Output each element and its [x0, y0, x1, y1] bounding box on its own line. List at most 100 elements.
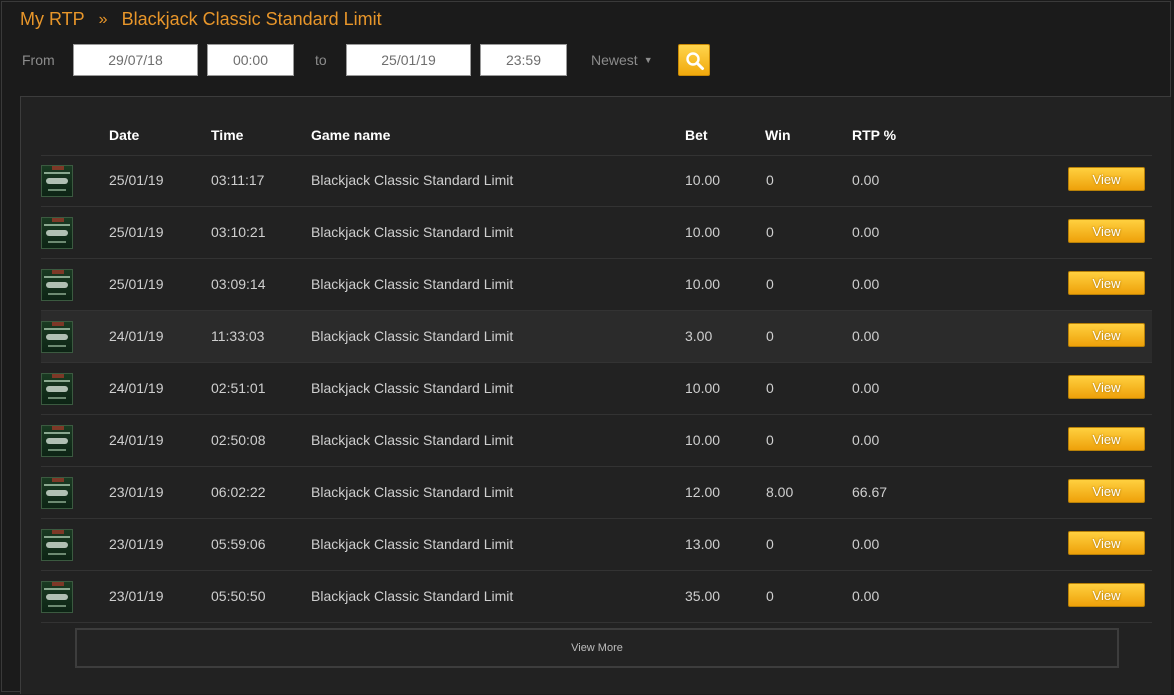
- cell-win: 0: [766, 276, 774, 292]
- view-button[interactable]: View: [1068, 583, 1145, 607]
- game-thumbnail-icon: [41, 165, 73, 197]
- breadcrumb: My RTP » Blackjack Classic Standard Limi…: [20, 9, 382, 30]
- cell-time: 03:10:21: [211, 224, 266, 240]
- cell-date: 25/01/19: [109, 276, 164, 292]
- table-row: 24/01/19 11:33:03 Blackjack Classic Standa…: [41, 311, 1152, 363]
- cell-time: 05:50:50: [211, 588, 266, 604]
- cell-win: 0: [766, 588, 774, 604]
- cell-win: 0: [766, 224, 774, 240]
- to-label: to: [315, 52, 327, 68]
- cell-date: 23/01/19: [109, 484, 164, 500]
- cell-time: 03:09:14: [211, 276, 266, 292]
- view-button[interactable]: View: [1068, 479, 1145, 503]
- cell-bet: 10.00: [685, 224, 721, 240]
- search-button[interactable]: [678, 44, 710, 76]
- cell-rtp: 0.00: [852, 224, 880, 240]
- cell-win: 0: [766, 328, 774, 344]
- cell-date: 25/01/19: [109, 224, 164, 240]
- view-button[interactable]: View: [1068, 219, 1145, 243]
- to-time-input[interactable]: [480, 44, 567, 76]
- cell-time: 02:50:08: [211, 432, 266, 448]
- cell-time: 06:02:22: [211, 484, 266, 500]
- game-thumbnail-icon: [41, 581, 73, 613]
- breadcrumb-link-my-rtp[interactable]: My RTP: [20, 9, 85, 30]
- sort-order-value: Newest: [591, 52, 638, 68]
- to-date-input[interactable]: [346, 44, 471, 76]
- cell-bet: 12.00: [685, 484, 721, 500]
- header-date: Date: [109, 127, 140, 143]
- cell-date: 25/01/19: [109, 172, 164, 188]
- header-win: Win: [765, 127, 791, 143]
- table-row: 23/01/19 06:02:22 Blackjack Classic Standa…: [41, 467, 1152, 519]
- cell-date: 24/01/19: [109, 328, 164, 344]
- results-panel: Date Time Game name Bet Win RTP % 25/01/…: [20, 96, 1171, 694]
- cell-date: 24/01/19: [109, 380, 164, 396]
- cell-date: 23/01/19: [109, 588, 164, 604]
- cell-game-name: Blackjack Classic Standard Limit: [311, 224, 514, 240]
- search-icon: [686, 52, 704, 70]
- cell-game-name: Blackjack Classic Standard Limit: [311, 588, 514, 604]
- breadcrumb-current: Blackjack Classic Standard Limit: [121, 9, 382, 29]
- from-date-input[interactable]: [73, 44, 198, 76]
- cell-time: 03:11:17: [211, 172, 265, 188]
- view-button[interactable]: View: [1068, 271, 1145, 295]
- cell-time: 02:51:01: [211, 380, 266, 396]
- game-thumbnail-icon: [41, 425, 73, 457]
- cell-time: 05:59:06: [211, 536, 266, 552]
- cell-bet: 3.00: [685, 328, 713, 344]
- cell-rtp: 0.00: [852, 276, 880, 292]
- header-rtp: RTP %: [852, 127, 897, 143]
- cell-bet: 13.00: [685, 536, 721, 552]
- table-row: 25/01/19 03:10:21 Blackjack Classic Standa…: [41, 207, 1152, 259]
- cell-game-name: Blackjack Classic Standard Limit: [311, 276, 514, 292]
- cell-game-name: Blackjack Classic Standard Limit: [311, 484, 514, 500]
- cell-bet: 10.00: [685, 432, 721, 448]
- game-thumbnail-icon: [41, 373, 73, 405]
- view-button[interactable]: View: [1068, 375, 1145, 399]
- table-row: 25/01/19 03:09:14 Blackjack Classic Standa…: [41, 259, 1152, 311]
- view-button[interactable]: View: [1068, 531, 1145, 555]
- table-row: 24/01/19 02:51:01 Blackjack Classic Standa…: [41, 363, 1152, 415]
- cell-win: 0: [766, 172, 774, 188]
- game-thumbnail-icon: [41, 321, 73, 353]
- cell-rtp: 0.00: [852, 328, 880, 344]
- table-row: 24/01/19 02:50:08 Blackjack Classic Standa…: [41, 415, 1152, 467]
- cell-date: 23/01/19: [109, 536, 164, 552]
- header-time: Time: [211, 127, 244, 143]
- game-thumbnail-icon: [41, 529, 73, 561]
- table-row: 23/01/19 05:59:06 Blackjack Classic Standa…: [41, 519, 1152, 571]
- cell-game-name: Blackjack Classic Standard Limit: [311, 328, 514, 344]
- cell-rtp: 0.00: [852, 172, 880, 188]
- from-label: From: [22, 52, 55, 68]
- cell-win: 0: [766, 380, 774, 396]
- cell-bet: 10.00: [685, 172, 721, 188]
- cell-rtp: 0.00: [852, 536, 880, 552]
- view-more-button[interactable]: View More: [75, 628, 1119, 668]
- cell-rtp: 0.00: [852, 432, 880, 448]
- cell-game-name: Blackjack Classic Standard Limit: [311, 432, 514, 448]
- breadcrumb-separator: »: [98, 10, 108, 28]
- header-bet: Bet: [685, 127, 708, 143]
- view-button[interactable]: View: [1068, 323, 1145, 347]
- sort-order-dropdown[interactable]: Newest ▼: [591, 44, 653, 76]
- cell-game-name: Blackjack Classic Standard Limit: [311, 172, 514, 188]
- cell-rtp: 66.67: [852, 484, 888, 500]
- view-button[interactable]: View: [1068, 167, 1145, 191]
- cell-bet: 10.00: [685, 380, 721, 396]
- cell-rtp: 0.00: [852, 380, 880, 396]
- cell-bet: 10.00: [685, 276, 721, 292]
- cell-game-name: Blackjack Classic Standard Limit: [311, 380, 514, 396]
- cell-game-name: Blackjack Classic Standard Limit: [311, 536, 514, 552]
- game-thumbnail-icon: [41, 477, 73, 509]
- cell-win: 0: [766, 432, 774, 448]
- from-time-input[interactable]: [207, 44, 294, 76]
- table-row: 23/01/19 05:50:50 Blackjack Classic Standa…: [41, 571, 1152, 623]
- cell-date: 24/01/19: [109, 432, 164, 448]
- caret-down-icon: ▼: [643, 55, 653, 65]
- view-button[interactable]: View: [1068, 427, 1145, 451]
- game-thumbnail-icon: [41, 269, 73, 301]
- cell-time: 11:33:03: [211, 328, 265, 344]
- cell-rtp: 0.00: [852, 588, 880, 604]
- table-header: Date Time Game name Bet Win RTP %: [41, 117, 1152, 156]
- game-thumbnail-icon: [41, 217, 73, 249]
